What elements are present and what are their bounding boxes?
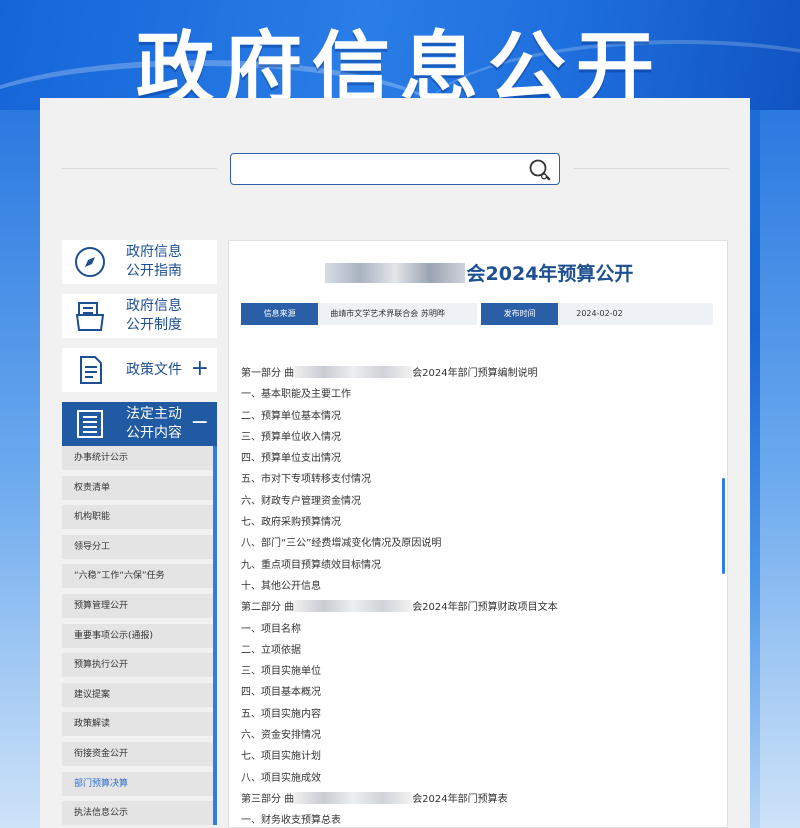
document-line: 八、部门“三公”经费增减变化情况及原因说明 — [241, 538, 442, 550]
document-section-heading: 第一部分 曲会2024年部门预算编制说明 — [241, 366, 538, 379]
sub-nav-item[interactable]: 建议提案 — [62, 682, 213, 707]
sub-nav-list: 办事统计公示 权责清单机构职能领导分工 “六稳”工作“六保”任务 预算管理公开 重要事项… — [62, 446, 217, 826]
document-line: 二、预算单位基本情况 — [241, 410, 341, 422]
nav-card-policy[interactable]: 政策文件 + — [62, 348, 217, 392]
document-line: 四、预算单位支出情况 — [241, 453, 341, 465]
sub-nav-item[interactable]: 办事统计公示 — [62, 446, 213, 470]
expand-icon[interactable]: + — [191, 358, 209, 380]
search-box — [230, 153, 560, 185]
sub-nav-item[interactable]: 预算执行公开 — [62, 653, 213, 678]
source-label: 信息来源 — [241, 303, 319, 325]
document-line: 一、财务收支预算总表 — [241, 815, 341, 827]
search-input[interactable] — [237, 158, 517, 180]
document-panel: 会2024年预算公开 信息来源 曲靖市文学艺术界联合会 苏明晔 发布时间 202… — [228, 240, 728, 828]
nav-card-label: 政策文件 — [126, 361, 182, 378]
document-line: 五、市对下专项转移支付情况 — [241, 474, 371, 486]
sub-nav-item[interactable]: 部门预算决算 — [62, 771, 213, 796]
content-panel: 政府信息公开指南 政府信息公开制度 政策文件 + 法定主动公开内容 − 办事统计… — [40, 98, 750, 828]
document-line: 六、资金安排情况 — [241, 730, 321, 742]
nav-card-label: 政府信息公开制度 — [126, 298, 182, 333]
sub-nav-item[interactable]: 预算管理公开 — [62, 593, 213, 618]
redacted-text — [294, 366, 413, 378]
divider — [62, 168, 217, 169]
document-body: 第一部分 曲会2024年部门预算编制说明 一、基本职能及主要工作 二、预算单位基本情… — [241, 363, 711, 827]
document-meta: 信息来源 曲靖市文学艺术界联合会 苏明晔 发布时间 2024-02-02 — [241, 303, 713, 325]
redacted-text — [324, 263, 465, 283]
nav-card-label: 政府信息公开指南 — [126, 244, 182, 279]
document-line: 六、财政专户管理资金情况 — [241, 495, 361, 507]
banner-title: 政府信息公开 — [135, 24, 664, 110]
sub-nav-item[interactable]: 机构职能 — [62, 505, 213, 530]
date-value: 2024-02-02 — [558, 303, 713, 325]
scroll-thumb[interactable] — [722, 478, 725, 574]
document-line: 三、项目实施单位 — [241, 666, 321, 678]
document-line: 七、项目实施计划 — [241, 751, 321, 763]
source-value: 曲靖市文学艺术界联合会 苏明晔 — [318, 303, 477, 325]
document-line: 三、预算单位收入情况 — [241, 431, 341, 443]
document-section-heading: 第二部分 曲会2024年部门预算财政项目文本 — [241, 600, 558, 614]
search-icon[interactable] — [527, 157, 553, 183]
redacted-text — [294, 600, 413, 613]
background-left — [0, 110, 40, 828]
document-line: 五、项目实施内容 — [241, 708, 321, 720]
redacted-text — [294, 791, 413, 804]
sub-nav-item[interactable]: 权责清单 — [62, 475, 213, 500]
sub-nav-item[interactable]: 领导分工 — [62, 534, 213, 559]
sub-nav-item[interactable]: “六稳”工作“六保”任务 — [62, 564, 213, 589]
sub-nav-item[interactable]: 执法信息公示 — [62, 801, 213, 826]
documents-icon — [70, 296, 110, 336]
nav-card-guide[interactable]: 政府信息公开指南 — [62, 240, 217, 284]
nav-card-system[interactable]: 政府信息公开制度 — [62, 294, 217, 338]
background-right — [760, 110, 800, 828]
document-section-heading: 第三部分 曲会2024年部门预算表 — [241, 791, 508, 805]
compass-icon — [70, 242, 110, 282]
document-line: 十、其他公开信息 — [241, 580, 321, 592]
document-title: 会2024年预算公开 — [229, 259, 727, 286]
sub-nav-item[interactable]: 衔接资金公开 — [62, 741, 213, 766]
document-line: 九、重点项目预算绩效目标情况 — [241, 559, 381, 571]
side-nav: 政府信息公开指南 政府信息公开制度 政策文件 + 法定主动公开内容 − 办事统计… — [62, 240, 217, 826]
date-label: 发布时间 — [480, 303, 559, 325]
document-line: 四、项目基本概况 — [241, 687, 321, 699]
document-line: 一、基本职能及主要工作 — [241, 389, 351, 401]
collapse-icon[interactable]: − — [191, 412, 209, 434]
list-icon — [70, 404, 110, 444]
scrollbar[interactable] — [721, 353, 727, 827]
sub-nav-item[interactable]: 政策解读 — [62, 712, 213, 737]
document-line: 七、政府采购预算情况 — [241, 517, 341, 529]
nav-card-statutory[interactable]: 法定主动公开内容 − — [62, 402, 217, 446]
sub-nav-item[interactable]: 重要事项公示(通报) — [62, 623, 213, 648]
nav-card-label: 法定主动公开内容 — [126, 406, 182, 441]
file-icon — [70, 350, 110, 390]
document-line: 二、立项依据 — [241, 644, 301, 656]
document-line: 八、项目实施成效 — [241, 772, 321, 784]
divider — [574, 168, 729, 169]
header-banner: 政府信息公开 — [0, 0, 800, 110]
document-line: 一、项目名称 — [241, 623, 301, 635]
